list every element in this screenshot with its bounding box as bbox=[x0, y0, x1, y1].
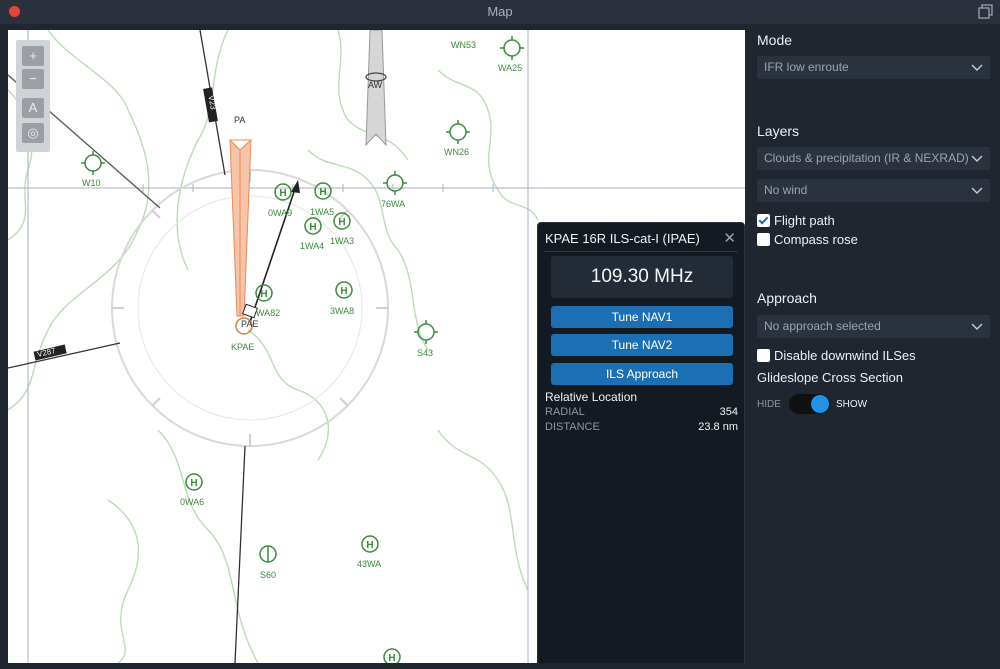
divider bbox=[544, 251, 738, 252]
map-label: 0WA9 bbox=[268, 208, 293, 218]
label-toggle-icon[interactable]: A bbox=[22, 98, 44, 118]
close-icon[interactable]: ✕ bbox=[723, 229, 736, 247]
map-tools: + − A ◎ bbox=[16, 40, 50, 152]
svg-text:H: H bbox=[340, 286, 347, 297]
radial-value: 354 bbox=[719, 406, 738, 418]
map-label: KPAE bbox=[231, 342, 255, 352]
svg-text:H: H bbox=[260, 289, 267, 300]
chevron-down-icon bbox=[971, 64, 983, 71]
map-label: 1WA3 bbox=[330, 236, 355, 246]
approach-select-value: No approach selected bbox=[764, 319, 881, 333]
frequency-display: 109.30 MHz bbox=[551, 256, 733, 298]
svg-text:H: H bbox=[366, 540, 373, 551]
radial-label: RADIAL bbox=[545, 406, 585, 418]
chevron-down-icon bbox=[971, 187, 983, 194]
chevron-down-icon bbox=[971, 323, 983, 330]
map-label: 0WA6 bbox=[180, 497, 205, 507]
wind-layer-select[interactable]: No wind bbox=[757, 179, 990, 202]
tune-nav2-button[interactable]: Tune NAV2 bbox=[551, 334, 733, 356]
approach-title: Approach bbox=[757, 290, 817, 306]
map-label: 1WA4 bbox=[300, 241, 325, 251]
center-icon[interactable]: ◎ bbox=[22, 123, 44, 143]
layers-title: Layers bbox=[757, 123, 800, 139]
compass-rose-label: Compass rose bbox=[774, 232, 858, 247]
window-title: Map bbox=[487, 4, 513, 19]
chevron-down-icon bbox=[971, 155, 983, 162]
popout-icon[interactable] bbox=[978, 4, 994, 20]
svg-text:H: H bbox=[190, 478, 197, 489]
map-label: 3WA8 bbox=[330, 306, 355, 316]
mode-select-value: IFR low enroute bbox=[764, 60, 849, 74]
zoom-in-icon[interactable]: + bbox=[22, 46, 44, 66]
checkbox-checked-icon[interactable] bbox=[757, 214, 770, 227]
toggle-switch[interactable] bbox=[789, 394, 829, 414]
map-label: WA25 bbox=[498, 63, 523, 73]
mode-select[interactable]: IFR low enroute bbox=[757, 56, 990, 79]
navaid-popup: KPAE 16R ILS-cat-I (IPAE) ✕ 109.30 MHz T… bbox=[537, 222, 745, 663]
map-label: WN26 bbox=[444, 147, 470, 157]
relative-location-heading: Relative Location bbox=[545, 390, 638, 404]
distance-label: DISTANCE bbox=[545, 421, 600, 433]
weather-layer-select[interactable]: Clouds & precipitation (IR & NEXRAD) bbox=[757, 147, 990, 170]
tune-nav1-button[interactable]: Tune NAV1 bbox=[551, 306, 733, 328]
map-label: 1WA5 bbox=[310, 207, 335, 217]
svg-text:H: H bbox=[309, 222, 316, 233]
svg-text:H: H bbox=[319, 187, 326, 198]
map-label: PAE bbox=[241, 319, 259, 329]
window-titlebar: Map bbox=[0, 0, 1000, 24]
ils-approach-button[interactable]: ILS Approach bbox=[551, 363, 733, 385]
map-label: S43 bbox=[417, 348, 434, 358]
wind-layer-value: No wind bbox=[764, 183, 808, 197]
map-label: W10 bbox=[82, 178, 101, 188]
distance-value: 23.8 nm bbox=[698, 421, 738, 433]
mode-title: Mode bbox=[757, 32, 793, 48]
map-label: 76WA bbox=[381, 199, 406, 209]
checkbox-icon[interactable] bbox=[757, 349, 770, 362]
map-label: 43WA bbox=[357, 559, 382, 569]
compass-rose-checkbox[interactable]: Compass rose bbox=[757, 232, 858, 248]
map-label: WN53 bbox=[451, 40, 477, 50]
weather-layer-value: Clouds & precipitation (IR & NEXRAD) bbox=[764, 151, 969, 165]
zoom-out-icon[interactable]: − bbox=[22, 69, 44, 89]
popup-title: KPAE 16R ILS-cat-I (IPAE) bbox=[545, 231, 700, 246]
approach-select[interactable]: No approach selected bbox=[757, 315, 990, 338]
map-view[interactable]: HHH HHH HHH + − A ◎ WN53 WA25 PA AW W10 … bbox=[8, 30, 745, 663]
glideslope-title: Glideslope Cross Section bbox=[757, 370, 903, 385]
toggle-show-label: SHOW bbox=[836, 399, 868, 410]
map-label: WA82 bbox=[256, 308, 281, 318]
disable-downwind-label: Disable downwind ILSes bbox=[774, 348, 916, 363]
svg-text:H: H bbox=[338, 217, 345, 228]
map-label: PA bbox=[234, 115, 246, 125]
close-window-button[interactable] bbox=[9, 6, 20, 17]
map-label: S60 bbox=[260, 570, 277, 580]
toggle-knob[interactable] bbox=[811, 395, 829, 413]
disable-downwind-checkbox[interactable]: Disable downwind ILSes bbox=[757, 348, 916, 364]
toggle-hide-label: HIDE bbox=[757, 399, 781, 410]
map-label: AW bbox=[368, 80, 383, 90]
checkbox-icon[interactable] bbox=[757, 233, 770, 246]
settings-sidebar: Mode IFR low enroute Layers Clouds & pre… bbox=[745, 24, 1000, 669]
svg-text:H: H bbox=[388, 653, 395, 663]
svg-text:H: H bbox=[279, 188, 286, 199]
flight-path-checkbox[interactable]: Flight path bbox=[757, 213, 835, 229]
flight-path-label: Flight path bbox=[774, 213, 835, 228]
